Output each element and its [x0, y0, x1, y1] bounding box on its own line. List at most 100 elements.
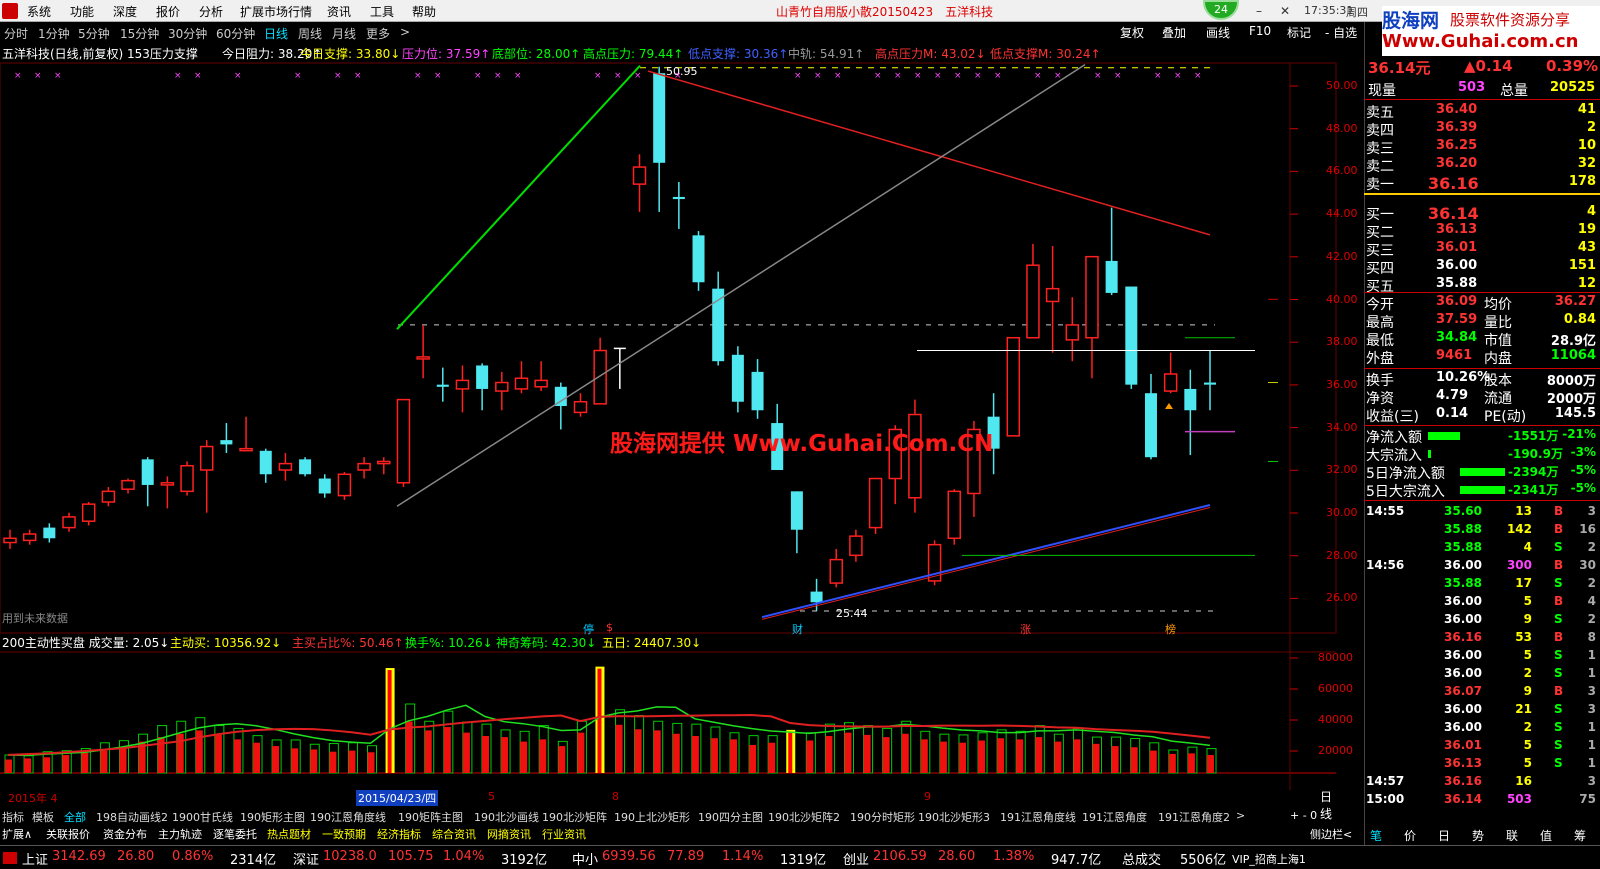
sidebar-toggle[interactable]: 侧边栏<: [1310, 826, 1352, 842]
tick-row: 36.13 5 S 1: [1366, 756, 1598, 774]
volume-bar-fill: [233, 739, 241, 773]
indicator-tab[interactable]: 190矩形主图: [240, 809, 305, 825]
indicator-tab[interactable]: 191江恩角度: [1082, 809, 1147, 825]
date-axis: 2015年 4 2015/04/23/四 5 8 9 日线: [0, 790, 1340, 821]
event-marker[interactable]: 涨: [1020, 621, 1031, 637]
tick-count: 3: [1587, 702, 1596, 716]
tick-count: 4: [1587, 594, 1596, 608]
order-book-row[interactable]: 卖二 36.20 32: [1366, 156, 1598, 175]
indicator-tab[interactable]: 190北沙画线: [474, 809, 539, 825]
info-link[interactable]: 主力轨迹: [158, 826, 202, 842]
stat-label: 换手: [1366, 373, 1394, 389]
tick-side: S: [1554, 576, 1563, 590]
order-book-row[interactable]: 卖四 36.39 2: [1366, 120, 1598, 139]
candle-body-up: [101, 490, 116, 503]
info-link[interactable]: 综合资讯: [432, 826, 476, 842]
tick-volume: 4: [1523, 540, 1532, 554]
tick-count: 16: [1579, 522, 1596, 536]
zoom-controls[interactable]: + - 0: [1290, 809, 1317, 822]
index-name[interactable]: 上证: [22, 849, 48, 868]
info-link[interactable]: 关联报价: [46, 826, 90, 842]
indicator-tab[interactable]: 198自动画线2: [96, 809, 168, 825]
info-link[interactable]: 资金分布: [103, 826, 147, 842]
indicator-tab[interactable]: 190四分主图: [698, 809, 763, 825]
broker-name[interactable]: VIP_招商上海1: [1232, 851, 1306, 867]
indicator-tab[interactable]: 191江恩角度2: [1158, 809, 1230, 825]
side-tab[interactable]: 联: [1506, 827, 1518, 844]
info-link[interactable]: 网摘资讯: [487, 826, 531, 842]
tick-side: S: [1554, 648, 1563, 662]
order-book-row[interactable]: 卖一 36.16 178: [1366, 174, 1598, 193]
event-marker[interactable]: 榜: [1165, 621, 1176, 637]
info-link[interactable]: 行业资讯: [542, 826, 586, 842]
tick-count: 75: [1579, 792, 1596, 806]
volume-bar-fill: [176, 733, 184, 773]
side-tab[interactable]: 值: [1540, 827, 1552, 844]
indicator-tab[interactable]: >: [1236, 809, 1245, 822]
candle-body-up: [416, 356, 430, 360]
index-name[interactable]: 深证: [293, 849, 319, 868]
indicator-tab[interactable]: 模板: [32, 809, 54, 825]
tick-time: 14:55: [1366, 504, 1405, 518]
kline-chart[interactable]: ××××××××××××××××××××××××××××××××××××: [0, 0, 1364, 800]
volume-ma5-line: [7, 704, 1211, 757]
event-marker[interactable]: 财: [792, 621, 803, 637]
indicator-tab[interactable]: 190分时矩形: [850, 809, 915, 825]
side-tab[interactable]: 势: [1472, 827, 1484, 844]
tick-volume: 142: [1506, 522, 1532, 536]
info-link[interactable]: 扩展∧: [2, 826, 32, 842]
volume-value: 主动买: 10356.92↓: [170, 636, 282, 650]
indicator-tab[interactable]: 1900甘氏线: [172, 809, 233, 825]
volume-bar-fill: [825, 735, 833, 773]
stat-row: 收益(三) 0.14 PE(动) 145.5: [1366, 406, 1598, 425]
candle-body-up: [1006, 336, 1021, 437]
order-book-row[interactable]: 卖三 36.25 10: [1366, 138, 1598, 157]
info-link[interactable]: 一致预期: [322, 826, 366, 842]
side-tab[interactable]: 日: [1438, 827, 1450, 844]
indicator-tab[interactable]: 190北沙矩形3: [918, 809, 990, 825]
order-volume: 19: [1577, 222, 1596, 237]
index-name[interactable]: 中小: [572, 849, 598, 868]
order-book-row[interactable]: 买一 36.14 4: [1366, 204, 1598, 223]
volume-ma10-line: [7, 714, 1211, 756]
indicator-tab[interactable]: 191江恩角度线: [1000, 809, 1076, 825]
order-book-row[interactable]: 买二 36.13 19: [1366, 222, 1598, 241]
index-name[interactable]: 创业: [843, 849, 869, 868]
side-tab[interactable]: 价: [1404, 827, 1416, 844]
tick-side: S: [1554, 738, 1563, 752]
price-change: ▲0.14: [1464, 57, 1513, 75]
indicator-tab[interactable]: 190矩阵主图: [398, 809, 463, 825]
indicator-tab[interactable]: 190北沙矩阵: [542, 809, 607, 825]
indicator-tab[interactable]: 全部: [64, 809, 86, 825]
volume-bar-fill: [749, 744, 757, 773]
order-volume: 10: [1577, 138, 1596, 153]
tick-side: B: [1554, 522, 1564, 536]
candle-body-down: [653, 73, 666, 163]
order-volume: 32: [1577, 156, 1596, 171]
info-link[interactable]: 逐笔委托: [213, 826, 257, 842]
side-tab[interactable]: 笔: [1370, 827, 1382, 844]
tick-row: 14:55 35.60 13 B 3: [1366, 504, 1598, 522]
tick-volume: 21: [1515, 702, 1532, 716]
flow-bar: [1428, 450, 1431, 458]
info-link[interactable]: 热点题材: [267, 826, 311, 842]
info-link[interactable]: 经济指标: [377, 826, 421, 842]
stat-row: 外盘 9461 内盘 11064: [1366, 348, 1598, 367]
order-book-row[interactable]: 买四 36.00 151: [1366, 258, 1598, 277]
volume-bar-limit-inner: [597, 668, 602, 773]
volume-bar-fill: [539, 739, 547, 773]
order-book-row[interactable]: 卖五 36.40 41: [1366, 102, 1598, 121]
indicator-tab[interactable]: 指标: [2, 809, 24, 825]
volume-bar-fill: [691, 735, 699, 773]
tick-count: 3: [1587, 684, 1596, 698]
future-data-note: 用到未来数据: [2, 612, 68, 625]
fund-flow-row: 净流入额 -1551万 -21%: [1366, 427, 1598, 446]
stat-value: 37.59: [1436, 312, 1478, 327]
indicator-tab[interactable]: 190上北沙矩形: [614, 809, 690, 825]
order-book-row[interactable]: 买三 36.01 43: [1366, 240, 1598, 259]
top-x-marker: ×: [1114, 71, 1122, 81]
indicator-tab[interactable]: 190江恩角度线: [310, 809, 386, 825]
indicator-tab[interactable]: 190北沙矩阵2: [768, 809, 840, 825]
event-marker[interactable]: $: [606, 621, 613, 634]
side-tab[interactable]: 筹: [1574, 827, 1586, 844]
